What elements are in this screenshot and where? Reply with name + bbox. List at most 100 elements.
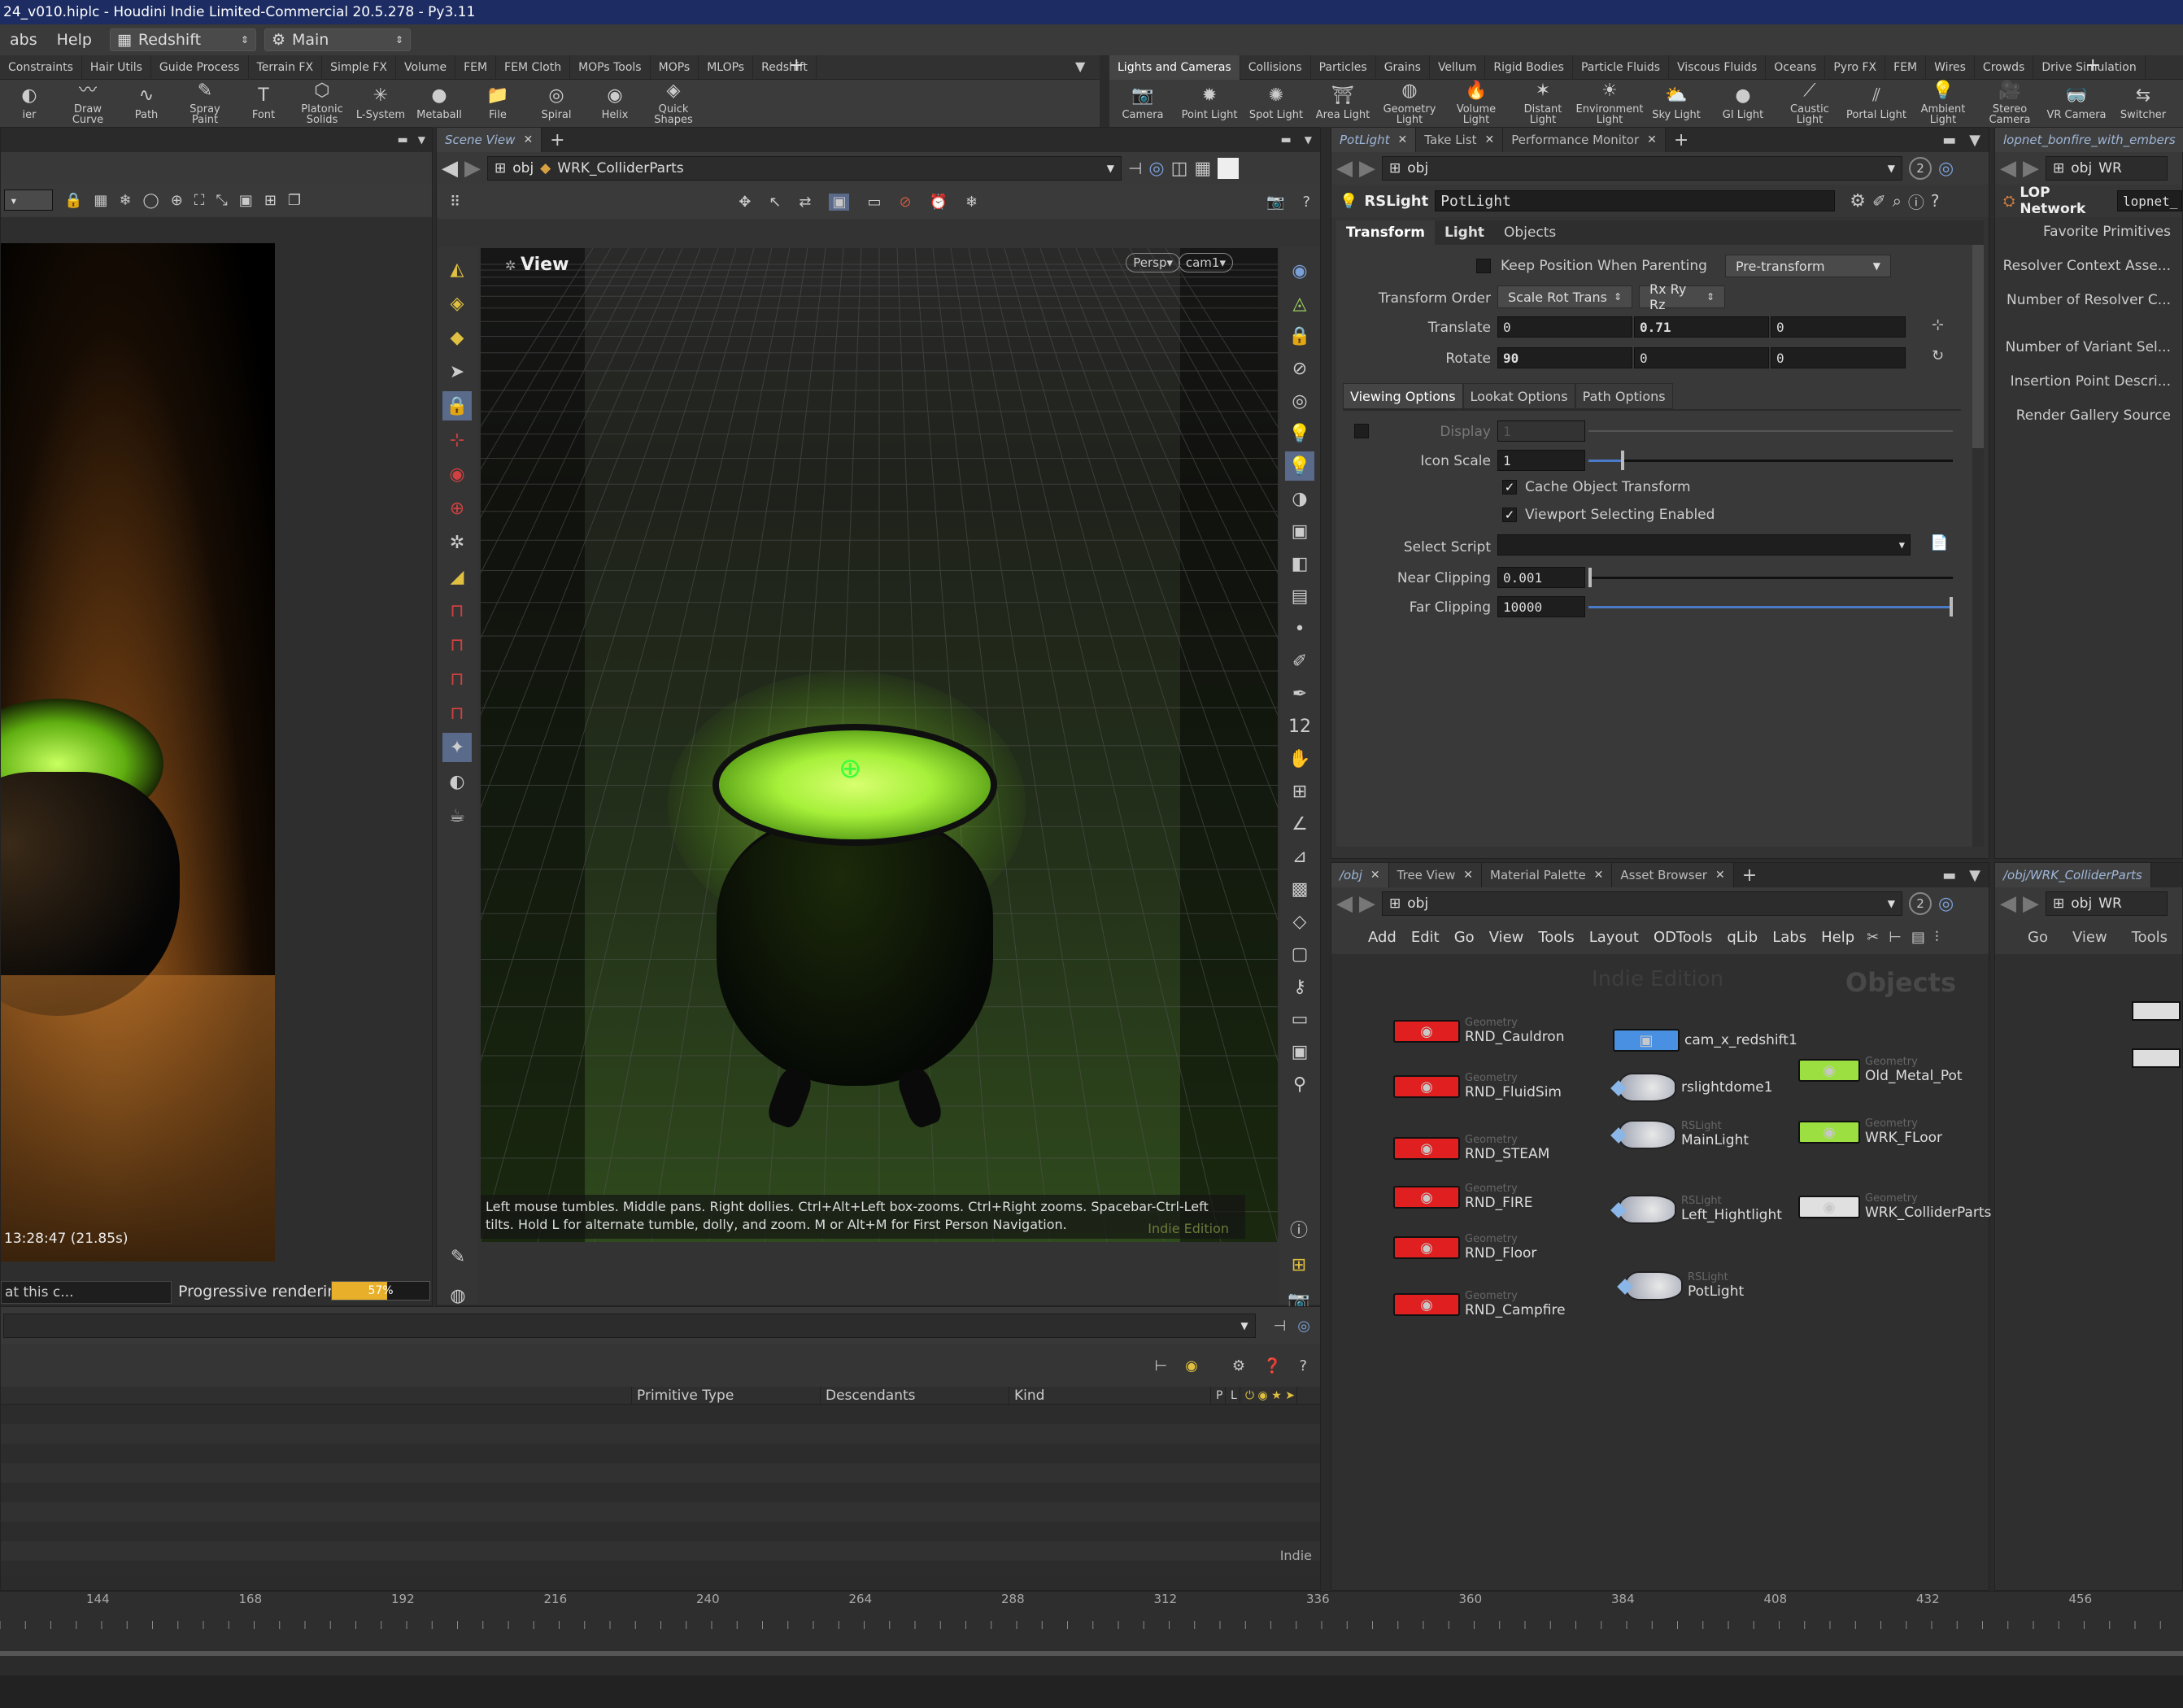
subtab-transform[interactable]: Transform [1336, 220, 1435, 245]
maximize-icon[interactable]: ▬ [1942, 867, 1956, 884]
pane-menu-icon[interactable]: ▼ [418, 134, 425, 146]
tool-point-light[interactable]: ✹ Point Light [1176, 84, 1243, 120]
back-arrow-icon[interactable]: ◀ [2000, 156, 2016, 181]
select-points-icon[interactable]: ◈ [442, 289, 472, 318]
network-path[interactable]: ⊞ obj ▼ [1382, 891, 1902, 916]
lop-path[interactable]: ⊞ obj WR [2046, 156, 2168, 181]
near-clip-field[interactable]: 0.001 [1497, 567, 1585, 588]
node-rnd-steam[interactable]: ◉ Geometry RND_STEAM [1393, 1135, 1549, 1162]
pen-icon[interactable]: ✒ [1285, 679, 1314, 708]
shelf-tab-simple-fx[interactable]: Simple FX [322, 54, 396, 80]
menu-labs[interactable]: Labs [1765, 929, 1814, 946]
shelf-tab-guide-process[interactable]: Guide Process [151, 54, 249, 80]
skeleton-icon[interactable]: ✲ [442, 528, 472, 557]
tab-potlight[interactable]: PotLight ✕ [1331, 128, 1417, 152]
rotate-z[interactable]: 0 [1771, 347, 1906, 368]
shelf-tab-crowds[interactable]: Crowds [1975, 54, 2034, 80]
file-chooser-icon[interactable]: 📄 [1930, 534, 1948, 551]
gear-icon[interactable]: ⚙ [1850, 191, 1866, 211]
shelf-tab-particles[interactable]: Particles [1311, 54, 1376, 80]
tool-font[interactable]: T Font [234, 84, 293, 120]
flipbook-icon[interactable]: ☕ [442, 801, 472, 830]
shelf-tab-redshift[interactable]: Redshift [753, 54, 817, 80]
dots-grid-icon[interactable]: ⠿ [450, 194, 460, 211]
scene-graph-rows[interactable] [1, 1405, 1320, 1575]
node-name-field[interactable]: PotLight [1435, 190, 1836, 211]
lock-icon[interactable]: 🔒 [64, 192, 82, 209]
transform-order-dropdown[interactable]: Scale Rot Trans ⇕ [1497, 285, 1632, 308]
help-icon[interactable]: ? [1299, 1357, 1307, 1375]
shelf-tab-fem[interactable]: FEM [455, 54, 497, 80]
grid-icon[interactable]: ▦ [94, 192, 107, 209]
add-shelf-tab-icon[interactable]: + [789, 55, 804, 76]
tool-platonic-solids[interactable]: ⬡ Platonic Solids [293, 78, 351, 125]
link-count-badge[interactable]: 2 [1909, 892, 1932, 915]
timeline[interactable]: 144 168 192 216 240 264 288 312 336 360 384 408 432 4… [0, 1591, 2183, 1656]
key-icon[interactable]: ⚷ [1285, 972, 1314, 1001]
shelf-tab-fem-cloth[interactable]: FEM Cloth [496, 54, 571, 80]
maximize-icon[interactable]: ▬ [398, 133, 408, 146]
back-arrow-icon[interactable]: ◀ [1336, 891, 1353, 916]
far-clip-field[interactable]: 10000 [1497, 596, 1585, 617]
node-potlight[interactable]: RSLight PotLight [1624, 1271, 1744, 1301]
shelf-tab-mops-tools[interactable]: MOPs Tools [570, 54, 651, 80]
col-p[interactable]: P [1211, 1387, 1226, 1404]
swap-icon[interactable]: ⇄ [799, 194, 811, 211]
sop-node[interactable] [2132, 1001, 2181, 1021]
tool-vr-camera[interactable]: 🥽 VR Camera [2043, 84, 2110, 120]
close-icon[interactable]: ✕ [1647, 133, 1657, 146]
dropdown-icon[interactable]: ▼ [1107, 163, 1114, 174]
shelf-tab-oceans[interactable]: Oceans [1766, 54, 1826, 80]
tab-obj[interactable]: /obj ✕ [1331, 863, 1389, 887]
forward-arrow-icon[interactable]: ▶ [2023, 156, 2039, 181]
bg-image-icon[interactable]: ▣ [1285, 516, 1314, 546]
menu-view[interactable]: View [2072, 929, 2107, 946]
tool-sky-light[interactable]: ⛅ Sky Light [1643, 84, 1710, 120]
tool-path[interactable]: ∿ Path [117, 84, 176, 120]
add-tab-icon[interactable]: + [1734, 863, 1765, 887]
snowflake-icon[interactable]: ❄ [119, 192, 131, 209]
slider-handle[interactable] [1950, 597, 1953, 617]
move-tool-icon[interactable]: ↖ [769, 194, 781, 211]
arrow-tool-icon[interactable]: ➤ [442, 357, 472, 386]
point-icon[interactable]: • [1285, 614, 1314, 643]
copy-icon[interactable]: ❐ [288, 192, 301, 209]
shelf-tab-constraints[interactable]: Constraints [0, 54, 82, 80]
prim-number-icon[interactable]: ⊞ [1285, 777, 1314, 806]
tool-l-system[interactable]: ✳ L-System [351, 84, 410, 120]
tool-gi-light[interactable]: ● GI Light [1710, 84, 1776, 120]
folder-tab-lookat-options[interactable]: Lookat Options [1462, 383, 1575, 409]
scale-tool-icon[interactable]: ◢ [442, 562, 472, 591]
shadow-icon[interactable]: ◑ [1285, 484, 1314, 513]
viewport-select-checkbox[interactable]: ✓ [1502, 508, 1517, 522]
tab-asset-browser[interactable]: Asset Browser ✕ [1612, 863, 1734, 887]
translate-x[interactable]: 0 [1497, 316, 1632, 338]
filter-icon[interactable]: ◉ [1185, 1357, 1198, 1375]
shelf-tab-wires[interactable]: Wires [1926, 54, 1975, 80]
persp-menu[interactable]: Persp ▾ [1126, 253, 1180, 272]
stereo-icon[interactable]: ◧ [1285, 549, 1314, 578]
sop-node[interactable] [2132, 1048, 2181, 1068]
tool-helix[interactable]: ◉ Helix [586, 84, 644, 120]
tool-spiral[interactable]: ◎ Spiral [527, 84, 586, 120]
brush-icon[interactable]: ✐ [1872, 191, 1886, 211]
forward-arrow-icon[interactable]: ▶ [464, 156, 481, 181]
back-arrow-icon[interactable]: ◀ [442, 156, 458, 181]
light-on-icon[interactable]: 💡 [1285, 451, 1314, 481]
tree-icon[interactable]: ⊢ [1889, 929, 1902, 946]
screen-icon[interactable]: ▭ [867, 194, 881, 211]
layout-icon[interactable]: ⊞ [1284, 1250, 1314, 1279]
freeze-icon[interactable]: ❄ [965, 194, 978, 211]
rotate-x[interactable]: 90 [1497, 347, 1632, 368]
scene-path[interactable]: ⊞ obj ◆ WRK_ColliderParts ▼ [487, 156, 1122, 181]
light-node-icon[interactable] [1618, 1073, 1676, 1102]
cut-icon[interactable]: ✂ [1867, 929, 1879, 946]
shelf-tab-collisions[interactable]: Collisions [1240, 54, 1311, 80]
light-node-icon[interactable] [1618, 1120, 1676, 1149]
snapshot-icon[interactable]: ▦ [1194, 159, 1211, 179]
tool-distant-light[interactable]: ✶ Distant Light [1510, 78, 1576, 125]
shelf-tab-rigid-bodies[interactable]: Rigid Bodies [1485, 54, 1573, 80]
menu-add[interactable]: Add [1361, 929, 1404, 946]
uv-icon[interactable]: ▢ [1285, 939, 1314, 969]
maximize-icon[interactable]: ▬ [1281, 133, 1292, 146]
